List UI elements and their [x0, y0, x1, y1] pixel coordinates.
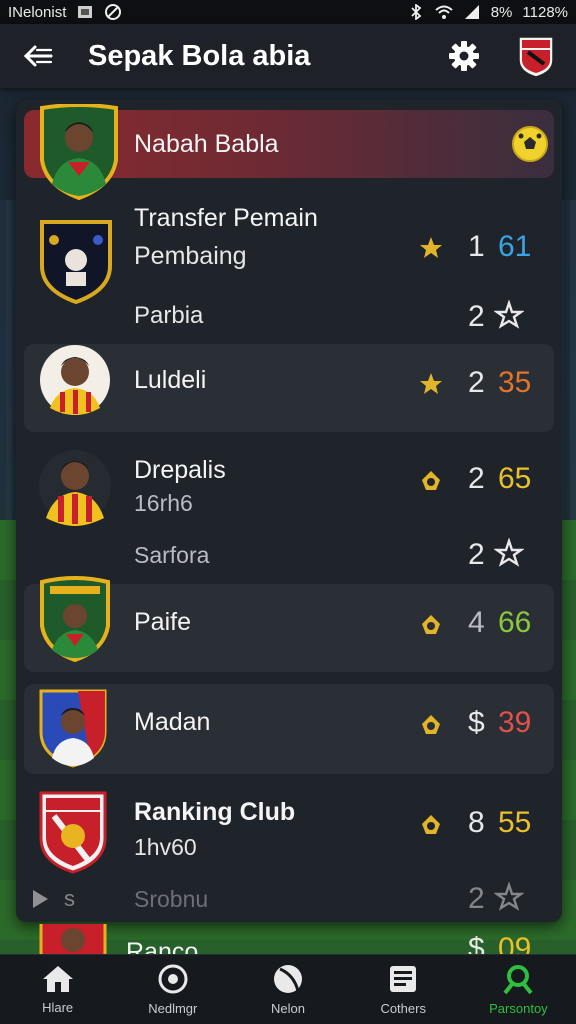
nav-label: Cothers — [380, 1001, 426, 1016]
club-crest-avatar — [39, 924, 107, 954]
settings-button[interactable] — [446, 38, 482, 74]
trophy-icon — [422, 815, 440, 834]
row-name: Paife — [134, 608, 191, 636]
trophy-icon — [422, 615, 440, 634]
club-crest-logo[interactable] — [516, 34, 556, 78]
player-avatar — [39, 450, 111, 526]
row-score: 39 — [498, 706, 532, 739]
row-name: Drepalis — [134, 456, 226, 484]
row-rank: $ — [468, 706, 485, 739]
ranking-list-panel: Nabah Babla Transfer Pemain Pembaing 1 6… — [16, 100, 562, 922]
row-name: Luldeli — [134, 366, 207, 394]
club-crest-icon — [39, 791, 107, 874]
bluetooth-icon — [411, 4, 422, 20]
arrow-left-icon — [23, 45, 53, 67]
row-rank: 2 — [468, 882, 485, 915]
bottom-navigation: Hlare Nedlmgr Nelon Cothers Parsontoy — [0, 954, 576, 1024]
home-icon — [42, 966, 73, 992]
row-score: 66 — [498, 606, 532, 639]
list-item-madan[interactable]: Madan $ 39 — [24, 684, 554, 774]
wifi-icon — [435, 5, 453, 19]
news-icon — [390, 966, 417, 992]
star-icon — [420, 373, 442, 394]
nav-profile[interactable]: Parsontoy — [461, 955, 576, 1024]
row-score: 65 — [498, 462, 532, 495]
list-item-luldeli[interactable]: Luldeli 2 35 — [24, 344, 554, 432]
nav-label: Hlare — [42, 1000, 74, 1015]
row-subtitle: Parbia — [134, 302, 204, 329]
status-bar: INelonist 8% 1128% — [0, 0, 576, 24]
list-item-ranco[interactable]: Ranco $ 09 — [24, 924, 554, 954]
row-rank: 4 — [468, 606, 485, 639]
trophy-icon — [422, 715, 440, 734]
back-button[interactable] — [20, 38, 56, 74]
star-outline-icon — [494, 300, 524, 329]
football-icon[interactable] — [510, 124, 550, 164]
list-header-row[interactable]: Nabah Babla — [24, 104, 554, 200]
nav-matches[interactable]: Nedlmgr — [115, 955, 230, 1024]
dnd-icon — [105, 4, 122, 20]
match-icon — [158, 964, 188, 994]
row-name: Madan — [134, 708, 211, 736]
row-score: 09 — [498, 932, 532, 954]
player-avatar — [40, 345, 110, 415]
star-outline-icon — [494, 882, 524, 911]
row-subtitle: 1hv60 — [134, 834, 197, 860]
row-rank: 8 — [468, 806, 485, 839]
row-subtitle: Pembaing — [134, 242, 247, 270]
nav-label: Nedlmgr — [148, 1001, 198, 1016]
list-item-ranking-club[interactable]: Ranking Club 1hv60 8 55 — [24, 784, 554, 880]
row-name: Nabah Babla — [134, 130, 279, 158]
ball-icon — [274, 965, 302, 993]
row-rank: $ — [468, 932, 485, 954]
nav-label: Nelon — [271, 1001, 305, 1016]
battery-percent: 8% — [490, 3, 513, 21]
club-crest-icon — [40, 220, 112, 304]
star-outline-icon — [494, 538, 524, 567]
signal-icon — [464, 5, 479, 19]
list-item-srobnu[interactable]: s Srobnu 2 — [24, 880, 554, 922]
image-notification-icon — [78, 6, 93, 18]
club-crest-avatar — [40, 576, 110, 662]
gear-icon — [449, 41, 479, 71]
row-score: 55 — [498, 806, 532, 839]
row-score: 35 — [498, 366, 532, 399]
row-rank: 2 — [468, 538, 485, 571]
row-rank: 1 — [468, 230, 485, 263]
nav-news[interactable]: Cothers — [346, 955, 461, 1024]
list-item-paife[interactable]: Paife 4 66 — [24, 576, 554, 672]
row-subtitle: 16rh6 — [134, 490, 193, 516]
row-rank: 2 — [468, 300, 485, 333]
app-bar: Sepak Bola abia — [0, 24, 576, 88]
play-icon[interactable] — [30, 888, 50, 910]
nav-ball[interactable]: Nelon — [230, 955, 345, 1024]
star-icon — [420, 237, 442, 258]
row-name: Ranco — [126, 938, 199, 954]
row-subtitle: Sarfora — [134, 542, 210, 568]
page-title: Sepak Bola abia — [88, 39, 311, 72]
list-item-drepalis[interactable]: Drepalis 16rh6 2 65 — [24, 438, 554, 538]
clock: 1128% — [522, 3, 568, 21]
nav-label: Parsontoy — [489, 1001, 548, 1016]
row-score: 61 — [498, 230, 532, 263]
club-crest-avatar — [39, 689, 107, 768]
profile-icon — [503, 965, 533, 995]
row-subtitle: Srobnu — [134, 886, 209, 912]
nav-home[interactable]: Hlare — [0, 955, 115, 1024]
list-item-parbia[interactable]: Parbia 2 — [24, 294, 554, 342]
row-extra: s — [64, 886, 75, 911]
trophy-icon — [422, 471, 440, 490]
row-rank: 2 — [468, 366, 485, 399]
carrier-label: INelonist — [8, 3, 67, 21]
row-name: Ranking Club — [134, 798, 296, 826]
list-item-sarfora[interactable]: Sarfora 2 — [24, 532, 554, 580]
row-rank: 2 — [468, 462, 485, 495]
player-badge-avatar — [40, 104, 118, 200]
list-item-transfer[interactable]: Transfer Pemain Pembaing 1 61 — [24, 196, 554, 306]
row-name: Transfer Pemain — [134, 204, 318, 232]
